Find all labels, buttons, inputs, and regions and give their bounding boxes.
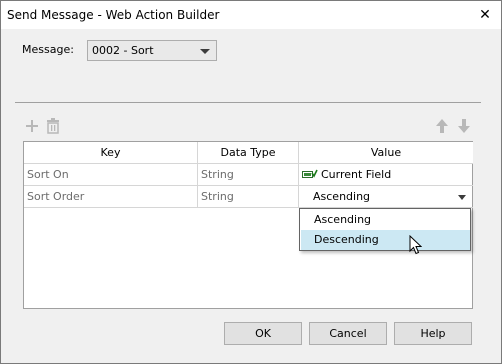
- table-row-key[interactable]: Sort On: [24, 164, 198, 186]
- mouse-cursor-icon: [409, 234, 423, 258]
- current-field-icon: [302, 165, 318, 186]
- chevron-down-icon: [200, 49, 210, 54]
- arrow-down-icon[interactable]: [456, 118, 472, 134]
- table-row-data-type[interactable]: String: [198, 164, 299, 186]
- current-field-label: Current Field: [321, 168, 392, 181]
- close-button[interactable]: ✕: [475, 5, 495, 25]
- table-row-value[interactable]: Current Field: [299, 164, 473, 186]
- arrow-up-icon[interactable]: [434, 118, 450, 134]
- chevron-down-icon[interactable]: [458, 195, 466, 200]
- column-header-data-type[interactable]: Data Type: [198, 142, 299, 164]
- sort-order-combo[interactable]: Ascending: [299, 186, 473, 208]
- help-button[interactable]: Help: [394, 322, 472, 345]
- message-label: Message:: [22, 43, 74, 56]
- column-header-key[interactable]: Key: [24, 142, 198, 164]
- cancel-button[interactable]: Cancel: [309, 322, 387, 345]
- message-select-value: 0002 - Sort: [92, 44, 154, 57]
- window-title: Send Message - Web Action Builder: [7, 8, 220, 22]
- table-row-data-type[interactable]: String: [198, 186, 299, 208]
- dropdown-option-descending[interactable]: Descending: [301, 230, 470, 250]
- sort-order-value: Ascending: [313, 190, 371, 203]
- separator: [15, 102, 481, 103]
- sort-order-dropdown-list: Ascending Descending: [299, 208, 471, 251]
- ok-button[interactable]: OK: [224, 322, 302, 345]
- send-message-dialog: Send Message - Web Action Builder ✕ Mess…: [0, 0, 502, 364]
- message-select[interactable]: 0002 - Sort: [87, 40, 217, 61]
- plus-icon[interactable]: [24, 118, 40, 134]
- table-row-key[interactable]: Sort Order: [24, 186, 198, 208]
- dropdown-option-ascending[interactable]: Ascending: [301, 210, 470, 230]
- column-header-value[interactable]: Value: [299, 142, 473, 164]
- title-bar: Send Message - Web Action Builder ✕: [1, 1, 501, 29]
- trash-icon[interactable]: [45, 118, 61, 134]
